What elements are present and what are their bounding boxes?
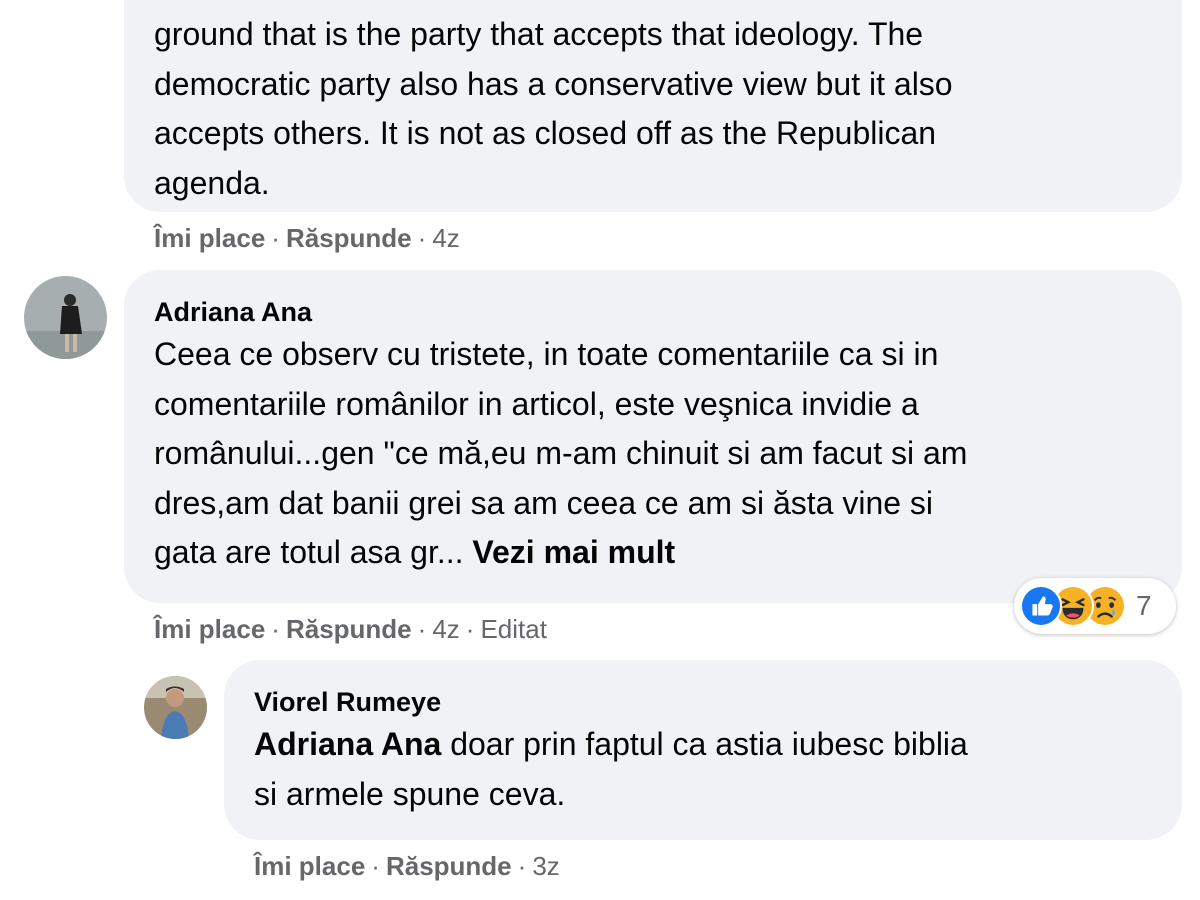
comment-text-line: românului...gen "ce mă,eu m-am chinuit s… [154,435,968,471]
like-link[interactable]: Îmi place [254,851,365,881]
comment-text-line: democratic party also has a conservative… [154,65,953,102]
comment-text-line: Ceea ce observ cu tristete, in toate com… [154,336,939,372]
comment-bubble: Adriana Ana Ceea ce observ cu tristete, … [124,270,1182,603]
separator-dot: · [417,614,427,644]
comment-text: ground that is the party that accepts th… [154,10,1152,208]
comment-timestamp[interactable]: 4z [432,223,459,253]
comment-text-line: agenda. [154,164,270,201]
comment-text-line: ground that is the party that accepts th… [154,16,924,52]
reply-link[interactable]: Răspunde [386,851,512,881]
edited-label[interactable]: Editat [480,614,547,644]
comment-bubble: ground that is the party that accepts th… [124,0,1182,212]
reply-bubble: Viorel Rumeye Adriana Ana doar prin fapt… [224,660,1182,840]
avatar[interactable] [144,676,207,739]
comment-text: Adriana Ana doar prin faptul ca astia iu… [254,720,1152,819]
comment-text-fragment: doar prin faptul ca astia iubesc biblia [441,726,968,762]
separator-dot: · [271,223,280,253]
separator-dot: · [417,223,427,253]
like-link[interactable]: Îmi place [154,614,265,644]
mention-link[interactable]: Adriana Ana [254,726,441,762]
separator-dot: · [517,851,527,881]
comment-text-line: comentariile românilor in articol, este … [154,385,919,422]
separator-dot: · [465,614,475,644]
avatar-image [144,676,207,739]
separator-dot: · [371,851,380,881]
comment-text-line: Adriana Ana doar prin faptul ca astia iu… [254,720,1152,770]
comment-timestamp[interactable]: 3z [532,851,559,881]
comment-text-line: dres,am dat banii grei sa am ceea ce am … [154,484,934,521]
reactions-summary[interactable]: 7 [1014,578,1176,634]
comment-text-fragment: gata are totul asa gr... [154,534,473,570]
avatar[interactable] [24,276,107,359]
see-more-link[interactable]: Vezi mai mult [472,534,675,570]
reply-link[interactable]: Răspunde [286,614,412,644]
reply-link[interactable]: Răspunde [286,223,412,253]
like-link[interactable]: Îmi place [154,223,265,253]
comment-actions: Îmi place · Răspunde · 4z [154,223,460,253]
like-icon [1020,585,1062,627]
comment-text-line: accepts others. It is not as closed off … [154,115,937,151]
comment-text-line: si armele spune ceva. [254,775,566,812]
separator-dot: · [271,614,280,644]
comment-actions: Îmi place · Răspunde · 4z · Editat [154,614,547,644]
comment-actions: Îmi place · Răspunde · 3z [254,851,560,881]
avatar-image [24,276,107,359]
comments-thread: ground that is the party that accepts th… [0,0,1200,900]
comment-author[interactable]: Adriana Ana [154,296,1152,328]
reaction-count: 7 [1136,590,1152,621]
comment-text-line: gata are totul asa gr... Vezi mai mult [154,528,1152,578]
comment-author[interactable]: Viorel Rumeye [254,686,1152,718]
comment-timestamp[interactable]: 4z [432,614,459,644]
comment-text: Ceea ce observ cu tristete, in toate com… [154,330,1152,578]
